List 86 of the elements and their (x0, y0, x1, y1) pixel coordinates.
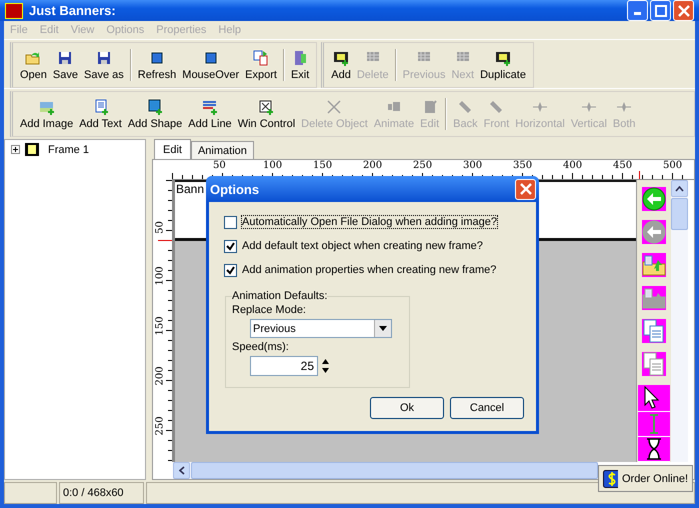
palette-button[interactable] (642, 187, 666, 211)
toolbar-button[interactable]: Duplicate (477, 48, 529, 82)
ruler-label: 150 (154, 320, 166, 336)
toolbar-button[interactable]: Exit (288, 48, 312, 82)
close-button[interactable] (673, 0, 694, 21)
ruler-label: 400 (563, 160, 582, 171)
ruler-label: 500 (663, 160, 682, 171)
close-icon (520, 183, 532, 195)
square-icon (147, 98, 164, 114)
banner-text: Bann (176, 182, 204, 196)
ruler-label: 350 (513, 160, 532, 171)
documents-icon (642, 319, 666, 343)
ruler-label: 450 (613, 160, 632, 171)
minimize-button[interactable] (627, 0, 648, 21)
cross-icon (326, 98, 342, 114)
app-logo-icon (5, 2, 23, 18)
close-icon (678, 4, 690, 16)
tree-item[interactable]: Frame 1 (48, 144, 89, 156)
folder-icon (25, 50, 42, 66)
checkbox[interactable] (224, 264, 237, 276)
toolbar-button[interactable]: Open (17, 48, 50, 82)
spinner-arrows-icon[interactable] (321, 357, 330, 375)
close-button[interactable] (515, 178, 536, 200)
lines-icon (202, 98, 218, 114)
window-title: Just Banners: (29, 3, 117, 18)
checkbox-label: Add default text object when creating new frame? (242, 240, 483, 252)
toolbar-button[interactable]: MouseOver (179, 48, 242, 82)
ruler-label: 200 (154, 370, 166, 386)
ruler-label: 50 (154, 220, 166, 236)
maximize-button[interactable] (650, 0, 671, 21)
dropdown-icon (379, 326, 387, 331)
toolbar-button[interactable]: Save as (81, 48, 127, 82)
status-text: 0:0 / 468x60 (63, 487, 124, 499)
toolbar-button[interactable]: Add Image (17, 96, 76, 132)
toolbar-button[interactable]: Refresh (134, 48, 180, 82)
ruler-label: 50 (213, 160, 226, 171)
crossed-box-icon (258, 98, 274, 114)
toolbar-button[interactable]: Add Line (185, 96, 235, 132)
folder-icon (642, 286, 666, 310)
toolbar-button[interactable]: Add Shape (124, 96, 186, 132)
field-label: Replace Mode: (232, 304, 307, 316)
tab[interactable]: Edit (154, 139, 191, 159)
toolbar-button[interactable]: Export (242, 48, 280, 82)
checkbox-label: Automatically Open File Dialog when adding image? (242, 216, 497, 228)
replace-mode-dropdown[interactable]: Previous (250, 319, 392, 338)
ruler-label: 250 (154, 420, 166, 436)
group-title: Animation Defaults: (232, 290, 328, 302)
folder-icon (642, 253, 666, 277)
minimize-icon (634, 12, 641, 15)
cube-icon (202, 50, 219, 66)
floppy-icon (96, 50, 112, 66)
ruler-label: 200 (363, 160, 382, 171)
document-icon (92, 98, 108, 114)
film-icon (25, 143, 39, 156)
film-icon (333, 50, 350, 66)
film-icon (495, 50, 511, 66)
checkbox-label: Add animation properties when creating new frame? (242, 264, 496, 276)
dialog-button[interactable]: Cancel (450, 397, 524, 419)
dialog-button[interactable]: Ok (370, 397, 444, 419)
checkbox[interactable] (224, 216, 237, 228)
ruler-label: 150 (313, 160, 332, 171)
ruler-label: 250 (413, 160, 432, 171)
maximize-icon (654, 4, 666, 16)
expand-icon[interactable] (11, 145, 20, 154)
speed-field[interactable]: 25 (250, 356, 318, 376)
field-label: Speed(ms): (232, 341, 290, 353)
checkbox[interactable] (224, 240, 237, 252)
door-icon (292, 50, 308, 66)
order-online-button[interactable]: Order Online! (598, 465, 693, 492)
toolbar-button[interactable]: Win Control (234, 96, 298, 132)
dialog-title: Options (210, 182, 260, 196)
tab[interactable]: Animation (190, 141, 254, 159)
floppy-icon (57, 50, 74, 66)
documents-icon (253, 50, 270, 66)
toolbar-button[interactable]: Add (328, 48, 354, 82)
documents-icon (642, 352, 666, 376)
ruler-label: 100 (154, 270, 166, 286)
scrollbar-thumb[interactable] (671, 198, 688, 230)
cube-icon (149, 50, 166, 66)
toolbar-button[interactable]: Add Text (76, 96, 125, 132)
toolbar-button[interactable]: Save (50, 48, 81, 82)
ruler-label: 300 (463, 160, 482, 171)
vertical-scrollbar[interactable] (671, 180, 688, 462)
ruler-label: 100 (263, 160, 282, 171)
status-pane (4, 482, 57, 504)
dollar-icon (603, 470, 618, 488)
